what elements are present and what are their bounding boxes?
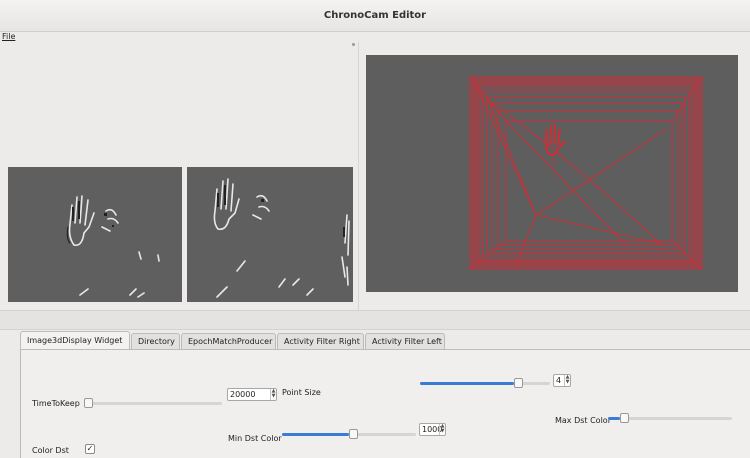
- menu-bar: File: [0, 32, 750, 42]
- title-bar: ChronoCam Editor: [0, 0, 750, 32]
- checkmark-icon: ✓: [86, 444, 94, 453]
- point-size-spin-arrows[interactable]: ▲ ▼: [564, 375, 570, 386]
- point-size-slider-fill: [420, 382, 514, 385]
- tab-epoch-match-producer[interactable]: EpochMatchProducer: [181, 333, 276, 349]
- time-to-keep-value: 20000: [230, 390, 256, 399]
- tab-directory[interactable]: Directory: [131, 333, 180, 349]
- min-dst-color-slider[interactable]: [282, 429, 416, 439]
- window-title: ChronoCam Editor: [323, 10, 427, 21]
- tab-image3d-display-widget[interactable]: Image3dDisplay Widget: [20, 331, 130, 350]
- event-view-left: [8, 167, 182, 302]
- time-to-keep-spin-arrows[interactable]: ▲ ▼: [270, 389, 276, 400]
- min-dst-color-spinbox[interactable]: 1000 ▲ ▼: [419, 423, 446, 436]
- tab-activity-filter-right[interactable]: Activity Filter Right: [277, 333, 364, 349]
- tab-activity-filter-left[interactable]: Activity Filter Left: [365, 333, 445, 349]
- point-cloud-3d-view[interactable]: [366, 55, 738, 292]
- point-size-slider-handle[interactable]: [513, 378, 523, 388]
- min-dst-color-slider-fill: [282, 433, 349, 436]
- event-view-right: [187, 167, 353, 302]
- spin-down-icon[interactable]: ▼: [440, 429, 445, 434]
- time-to-keep-slider-handle[interactable]: [84, 398, 93, 408]
- app-window: ChronoCam Editor File Image3dDisplay Wid…: [0, 0, 750, 458]
- time-to-keep-slider[interactable]: [84, 398, 222, 408]
- point-size-label: Point Size: [282, 388, 321, 397]
- time-to-keep-spinbox[interactable]: 20000 ▲ ▼: [227, 388, 277, 401]
- color-dst-label: Color Dst: [32, 446, 69, 455]
- time-to-keep-label: TimeToKeep: [32, 399, 80, 408]
- spin-down-icon[interactable]: ▼: [271, 394, 276, 399]
- panel-separator[interactable]: [0, 310, 750, 330]
- menu-file[interactable]: File: [2, 32, 15, 42]
- max-dst-color-slider-fill: [608, 417, 621, 420]
- point-size-value: 4: [556, 376, 562, 385]
- point-size-slider[interactable]: [420, 378, 550, 388]
- min-dst-color-spin-arrows[interactable]: ▲ ▼: [439, 424, 445, 435]
- point-size-spinbox[interactable]: 4 ▲ ▼: [553, 374, 571, 387]
- min-dst-color-label: Min Dst Color: [228, 434, 282, 443]
- max-dst-color-slider[interactable]: [608, 413, 732, 423]
- color-dst-checkbox[interactable]: ✓: [85, 444, 95, 454]
- spin-down-icon[interactable]: ▼: [565, 380, 570, 385]
- min-dst-color-slider-handle[interactable]: [349, 429, 358, 439]
- max-dst-color-label: Max Dst Color: [555, 416, 611, 425]
- splitter-handle[interactable]: [352, 43, 355, 46]
- max-dst-color-slider-handle[interactable]: [620, 413, 630, 423]
